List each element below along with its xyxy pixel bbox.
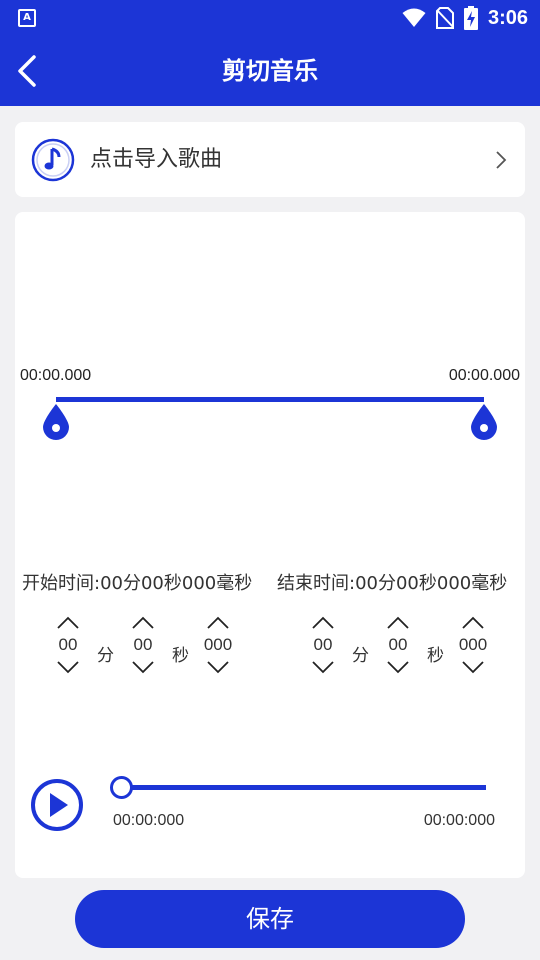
end-minutes-spinner: 00 bbox=[303, 616, 343, 674]
status-icons: 3:06 bbox=[402, 0, 528, 36]
chevron-up-icon[interactable] bbox=[386, 616, 410, 630]
chevron-down-icon[interactable] bbox=[206, 660, 230, 674]
app-notification-icon: A bbox=[18, 9, 36, 27]
chevron-up-icon[interactable] bbox=[311, 616, 335, 630]
start-second-unit: 秒 bbox=[172, 646, 189, 666]
end-seconds-value[interactable]: 00 bbox=[378, 630, 418, 660]
chevron-down-icon[interactable] bbox=[131, 660, 155, 674]
chevron-up-icon[interactable] bbox=[56, 616, 80, 630]
wifi-icon bbox=[402, 8, 426, 27]
end-minutes-value[interactable]: 00 bbox=[303, 630, 343, 660]
chevron-down-icon[interactable] bbox=[386, 660, 410, 674]
end-minute-unit: 分 bbox=[352, 646, 369, 666]
end-millis-spinner: 000 bbox=[453, 616, 493, 674]
start-minutes-spinner: 00 bbox=[48, 616, 88, 674]
end-seconds-spinner: 00 bbox=[378, 616, 418, 674]
import-song-label: 点击导入歌曲 bbox=[90, 147, 223, 172]
playback-current-time: 00:00:000 bbox=[113, 812, 185, 829]
end-millis-value[interactable]: 000 bbox=[453, 630, 493, 660]
start-millis-spinner: 000 bbox=[198, 616, 238, 674]
chevron-down-icon[interactable] bbox=[461, 660, 485, 674]
range-start-time: 00:00.000 bbox=[20, 367, 92, 384]
start-minutes-value[interactable]: 00 bbox=[48, 630, 88, 660]
playback-progress-bar[interactable] bbox=[122, 785, 486, 790]
chevron-down-icon[interactable] bbox=[311, 660, 335, 674]
end-time-label: 结束时间:00分00秒000毫秒 bbox=[277, 573, 508, 594]
play-button[interactable] bbox=[30, 778, 84, 832]
range-end-handle[interactable] bbox=[469, 402, 499, 442]
save-button[interactable]: 保存 bbox=[75, 890, 465, 948]
start-seconds-value[interactable]: 00 bbox=[123, 630, 163, 660]
start-millis-value[interactable]: 000 bbox=[198, 630, 238, 660]
chevron-down-icon[interactable] bbox=[56, 660, 80, 674]
trim-panel: 00:00.000 00:00.000 开始时间:00分00秒000毫秒 结束时… bbox=[15, 212, 525, 878]
start-time-label: 开始时间:00分00秒000毫秒 bbox=[22, 573, 253, 594]
page-title: 剪切音乐 bbox=[222, 57, 318, 85]
music-note-icon bbox=[31, 138, 75, 182]
chevron-up-icon[interactable] bbox=[131, 616, 155, 630]
playback-total-time: 00:00:000 bbox=[423, 812, 495, 829]
status-bar: A 3:06 bbox=[0, 0, 540, 36]
start-seconds-spinner: 00 bbox=[123, 616, 163, 674]
no-sim-icon bbox=[435, 7, 454, 29]
range-end-time: 00:00.000 bbox=[448, 367, 520, 384]
chevron-right-icon bbox=[496, 151, 507, 169]
import-song-button[interactable]: 点击导入歌曲 bbox=[15, 122, 525, 197]
end-second-unit: 秒 bbox=[427, 646, 444, 666]
chevron-up-icon[interactable] bbox=[206, 616, 230, 630]
app-header: 剪切音乐 bbox=[0, 36, 540, 106]
playback-progress-thumb[interactable] bbox=[110, 776, 133, 799]
start-minute-unit: 分 bbox=[97, 646, 114, 666]
clock-time: 3:06 bbox=[487, 6, 528, 29]
battery-charging-icon bbox=[463, 6, 478, 30]
range-start-handle[interactable] bbox=[41, 402, 71, 442]
chevron-up-icon[interactable] bbox=[461, 616, 485, 630]
trim-range-bar bbox=[56, 397, 484, 402]
